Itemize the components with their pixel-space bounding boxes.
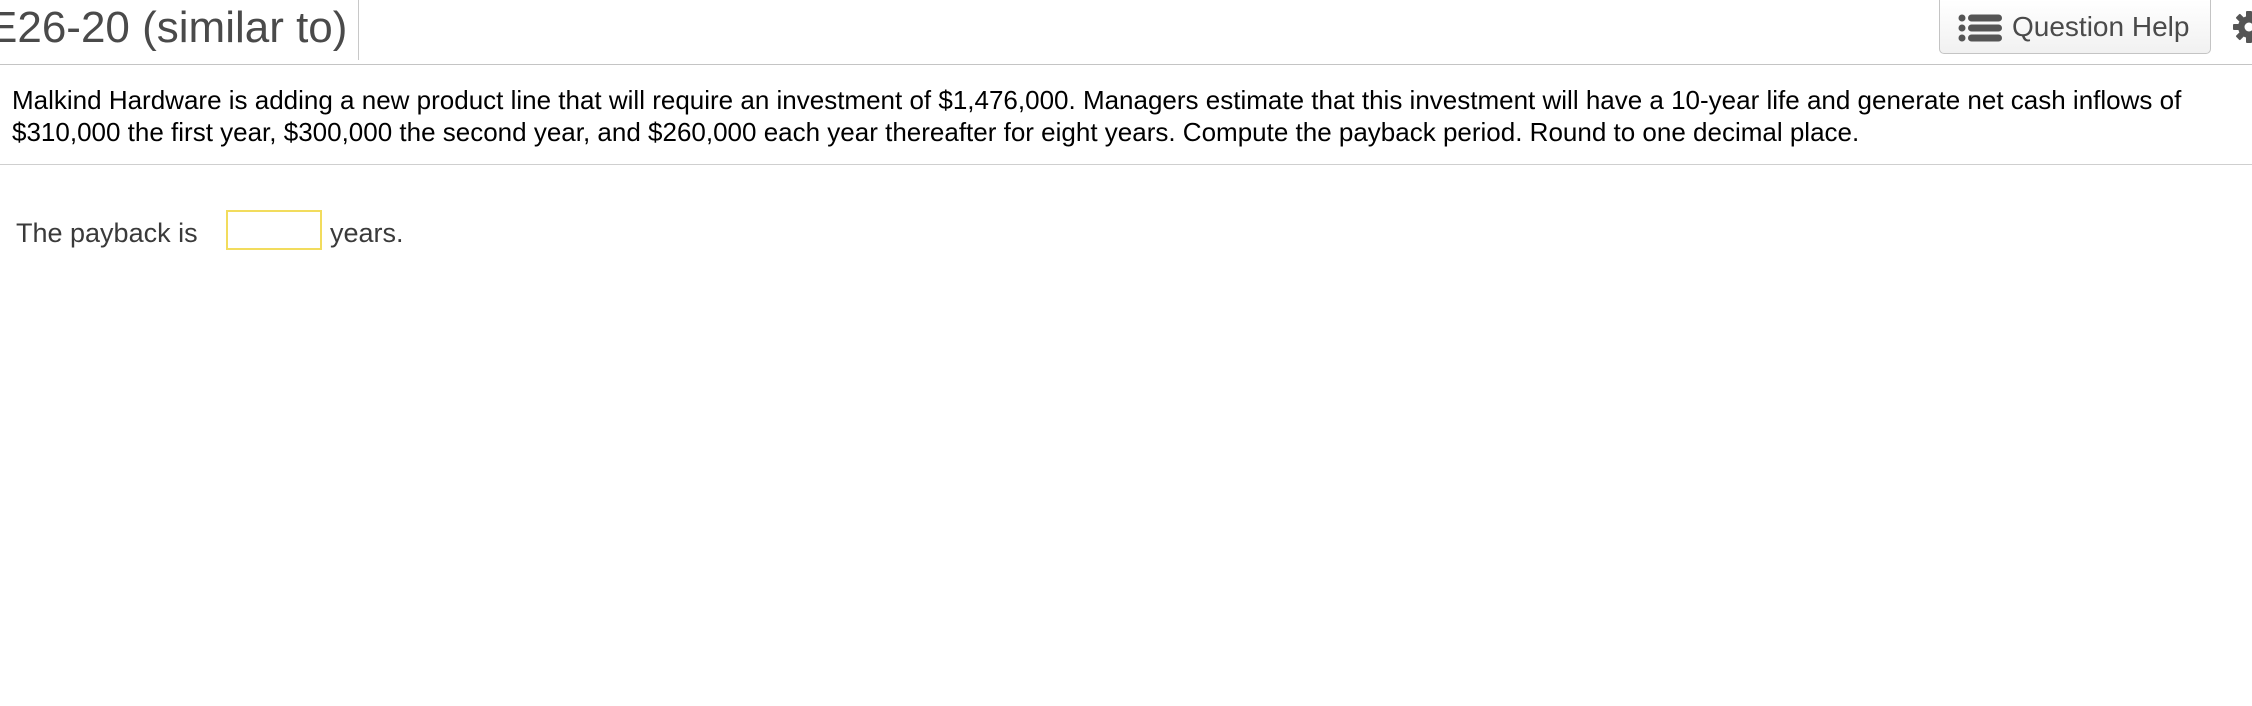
answer-unit-label: years. [330, 218, 404, 248]
payback-answer-input[interactable] [226, 210, 322, 250]
question-divider [0, 164, 2252, 165]
page: E26-20 (similar to) Question Help Malkin… [0, 0, 2252, 706]
list-icon [1958, 14, 2002, 42]
question-help-button[interactable]: Question Help [1939, 0, 2211, 54]
gear-icon[interactable] [2232, 10, 2252, 44]
page-title: E26-20 (similar to) [0, 3, 348, 52]
question-help-label: Question Help [2012, 11, 2190, 42]
answer-prefix-label: The payback is [16, 218, 198, 248]
title-divider [358, 0, 359, 60]
question-text: Malkind Hardware is adding a new product… [12, 85, 2182, 147]
header-bar: E26-20 (similar to) Question Help [0, 0, 2252, 65]
